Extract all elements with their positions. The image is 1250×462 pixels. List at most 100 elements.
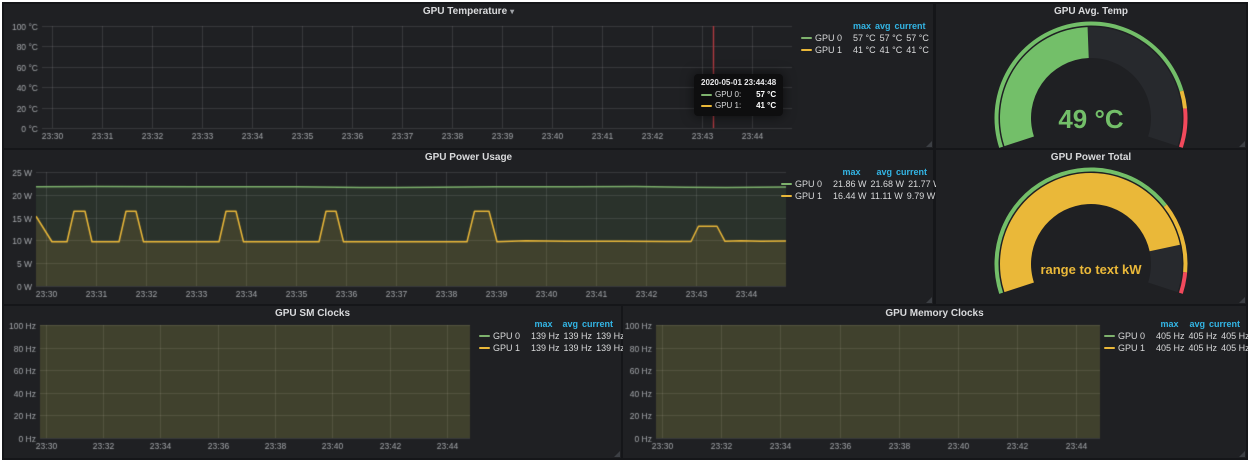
series-color-dash [801, 49, 812, 51]
legend-value: 21.86 W [831, 178, 869, 190]
tooltip-series-name: GPU 0: [715, 89, 741, 100]
legend-value: 41 °C [878, 44, 905, 56]
legend-value: 139 Hz [562, 342, 595, 354]
legend-series-toggle[interactable]: GPU 1 [1104, 342, 1154, 354]
panel-title-gpu-avg-temp[interactable]: GPU Avg. Temp [936, 4, 1246, 19]
series-color-dash [801, 37, 812, 39]
legend-series-toggle[interactable]: GPU 1 [479, 342, 529, 354]
legend-header-current[interactable]: current [894, 166, 929, 178]
tooltip-series-value: 41 °C [746, 100, 776, 111]
legend-row: GPU 0139 Hz139 Hz139 Hz [479, 330, 615, 342]
legend-value: 405 Hz [1187, 342, 1220, 354]
legend-value: 57 °C [878, 32, 905, 44]
legend-series-toggle[interactable]: GPU 1 [801, 44, 851, 56]
legend-row: GPU 021.86 W21.68 W21.77 W [781, 178, 929, 190]
series-color-dash [1104, 347, 1115, 349]
legend-header-current[interactable]: current [580, 318, 615, 330]
panel-gpu-temperature: GPU Temperature▾ maxavgcurrent GPU 0 57 °C… [4, 4, 933, 148]
resize-handle[interactable] [614, 451, 620, 457]
legend-value: 405 Hz [1154, 330, 1187, 342]
legend-series-toggle[interactable]: GPU 0 [781, 178, 831, 190]
legend-value: 139 Hz [529, 330, 562, 342]
legend-row: GPU 0405 Hz405 Hz405 Hz [1104, 330, 1242, 342]
legend-value: 405 Hz [1154, 342, 1187, 354]
legend-row: GPU 1139 Hz139 Hz139 Hz [479, 342, 615, 354]
legend-header-avg[interactable]: avg [862, 166, 894, 178]
series-color-dash [701, 94, 712, 96]
panel-gpu-avg-temp: GPU Avg. Temp 49 °C [936, 4, 1246, 148]
panel-title-text: GPU SM Clocks [275, 308, 350, 319]
resize-handle[interactable] [926, 141, 932, 147]
legend-header-max[interactable]: max [851, 20, 873, 32]
panel-gpu-memory-clocks: GPU Memory Clocks maxavgcurrentGPU 0405 … [623, 306, 1246, 458]
legend-row: GPU 116.44 W11.11 W9.79 W [781, 190, 929, 202]
legend-header-max[interactable]: max [831, 166, 862, 178]
series-color-dash [781, 183, 792, 185]
tooltip-row: GPU 1: 41 °C [701, 100, 776, 111]
sm-clocks-legend: maxavgcurrentGPU 0139 Hz139 Hz139 HzGPU … [479, 318, 615, 354]
legend-header-avg[interactable]: avg [873, 20, 893, 32]
tooltip-timestamp: 2020-05-01 23:44:48 [701, 78, 776, 87]
grafana-dashboard: GPU Temperature▾ maxavgcurrentGPU 057 °C… [0, 0, 1250, 462]
legend-value: 405 Hz [1219, 342, 1250, 354]
panel-title-text: GPU Memory Clocks [885, 308, 983, 319]
resize-handle[interactable] [1239, 297, 1245, 303]
legend-header-avg[interactable]: avg [1180, 318, 1207, 330]
power-chart-canvas[interactable] [6, 166, 794, 302]
series-color-dash [1104, 335, 1115, 337]
legend-row: GPU 1405 Hz405 Hz405 Hz [1104, 342, 1242, 354]
gauge-value-text: 49 °C [936, 104, 1246, 135]
legend-value: 11.11 W [869, 190, 905, 202]
panel-gpu-sm-clocks: GPU SM Clocks maxavgcurrentGPU 0139 Hz13… [4, 306, 621, 458]
legend-value: 41 °C [851, 44, 878, 56]
legend-header-avg[interactable]: avg [554, 318, 580, 330]
legend-value: 57 °C [904, 32, 931, 44]
legend-series-toggle[interactable]: GPU 0 [479, 330, 529, 342]
legend-series-toggle[interactable]: GPU 0 [801, 32, 851, 44]
chevron-down-icon: ▾ [510, 7, 514, 16]
legend-value: 139 Hz [562, 330, 595, 342]
power-total-gauge [940, 166, 1242, 298]
series-color-dash [701, 105, 712, 107]
tooltip-series-name: GPU 1: [715, 100, 741, 111]
panel-title-gpu-power-total[interactable]: GPU Power Total [936, 150, 1246, 165]
legend-value: 139 Hz [529, 342, 562, 354]
legend-series-toggle[interactable]: GPU 1 [781, 190, 831, 202]
legend-value: 41 °C [904, 44, 931, 56]
panel-title-text: GPU Avg. Temp [1054, 6, 1128, 17]
series-color-dash [479, 335, 490, 337]
legend-row: GPU 141 °C41 °C41 °C [801, 44, 927, 56]
legend-value: 139 Hz [594, 330, 627, 342]
tooltip-row: GPU 0: 57 °C [701, 89, 776, 100]
legend-value: 21.68 W [869, 178, 907, 190]
panel-title-gpu-temperature[interactable]: GPU Temperature▾ [4, 4, 933, 19]
resize-handle[interactable] [1239, 451, 1245, 457]
legend-value: 139 Hz [594, 342, 627, 354]
resize-handle[interactable] [1239, 141, 1245, 147]
resize-handle[interactable] [926, 297, 932, 303]
power-legend: maxavgcurrentGPU 021.86 W21.68 W21.77 WG… [781, 166, 929, 202]
legend-value: 9.79 W [905, 190, 938, 202]
panel-gpu-power-usage: GPU Power Usage maxavgcurrentGPU 021.86 … [4, 150, 933, 304]
sm-clocks-chart-canvas[interactable] [6, 320, 472, 454]
panel-title-text: GPU Power Usage [425, 152, 512, 163]
legend-series-toggle[interactable]: GPU 0 [1104, 330, 1154, 342]
panel-title-text: GPU Temperature [423, 6, 507, 17]
memory-clocks-legend: maxavgcurrentGPU 0405 Hz405 Hz405 HzGPU … [1104, 318, 1242, 354]
legend-value: 16.44 W [831, 190, 869, 202]
temperature-chart-canvas[interactable] [6, 20, 798, 144]
legend-header-current[interactable]: current [893, 20, 928, 32]
tooltip-series-value: 57 °C [746, 89, 776, 100]
chart-tooltip: 2020-05-01 23:44:48 GPU 0: 57 °C GPU 1: … [694, 74, 783, 116]
legend-row: GPU 057 °C57 °C57 °C [801, 32, 927, 44]
series-color-dash [781, 195, 792, 197]
memory-clocks-chart-canvas[interactable] [625, 320, 1102, 454]
legend-header-current[interactable]: current [1207, 318, 1242, 330]
panel-title-gpu-power-usage[interactable]: GPU Power Usage [4, 150, 933, 165]
panel-gpu-power-total: GPU Power Total range to text kW [936, 150, 1246, 304]
legend-value: 405 Hz [1187, 330, 1220, 342]
legend-header-max[interactable]: max [1154, 318, 1180, 330]
legend-header-max[interactable]: max [529, 318, 554, 330]
gauge-value-text: range to text kW [936, 262, 1246, 277]
panel-title-text: GPU Power Total [1051, 152, 1131, 163]
